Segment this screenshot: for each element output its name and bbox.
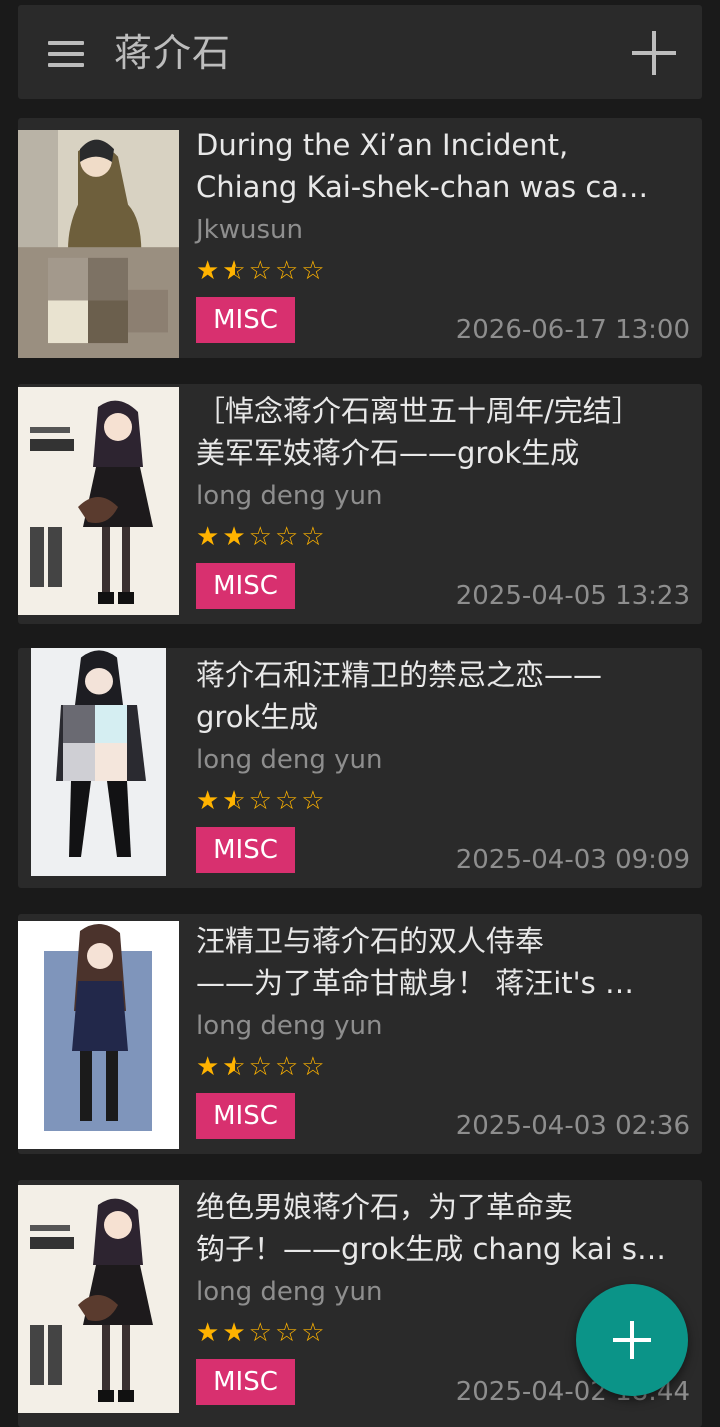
star-empty-icon: ☆ (274, 1318, 302, 1348)
star-empty-icon: ☆ (248, 522, 275, 552)
star-full-icon: ★ (222, 1318, 249, 1348)
star-empty-icon: ☆ (301, 522, 328, 552)
posted-date: 2025-04-03 02:36 (455, 1111, 690, 1141)
app-bar: 蒋介石 (18, 5, 702, 99)
star-empty-icon: ☆ (301, 1318, 328, 1348)
posted-date: 2025-04-03 09:09 (455, 845, 690, 875)
rating-stars: ★★☆☆☆ (196, 522, 328, 552)
star-empty-icon: ☆ (248, 1318, 275, 1348)
gallery-thumbnail (18, 1185, 179, 1413)
star-empty-icon: ☆ (301, 256, 328, 286)
uploader-name[interactable]: long deng yun (196, 478, 382, 514)
category-badge: MISC (196, 1093, 295, 1139)
uploader-name[interactable]: Jkwusun (196, 212, 303, 248)
star-half-icon: ☆★ (222, 256, 249, 286)
search-title[interactable]: 蒋介石 (114, 29, 231, 77)
gallery-title: ［悼念蒋介石离世五十周年/完结］ 美军军妓蒋介石——grok生成 (196, 394, 641, 470)
rating-stars: ★★☆☆☆ (196, 1318, 328, 1348)
star-full-icon: ★ (222, 522, 249, 552)
uploader-name[interactable]: long deng yun (196, 742, 382, 778)
star-full-icon: ★ (196, 522, 223, 552)
gallery-card[interactable]: 蒋介石和汪精卫的禁忌之恋—— grok生成 long deng yun ★☆★☆… (18, 648, 702, 888)
gallery-title: 蒋介石和汪精卫的禁忌之恋—— grok生成 (196, 658, 603, 734)
star-half-icon: ☆★ (222, 1052, 249, 1082)
category-badge: MISC (196, 297, 295, 343)
rating-stars: ★☆★☆☆☆ (196, 1052, 328, 1082)
star-empty-icon: ☆ (274, 1052, 302, 1082)
star-empty-icon: ☆ (301, 1052, 328, 1082)
rating-stars: ★☆★☆☆☆ (196, 256, 328, 286)
gallery-card[interactable]: ［悼念蒋介石离世五十周年/完结］ 美军军妓蒋介石——grok生成 long de… (18, 384, 702, 624)
gallery-thumbnail (18, 130, 179, 358)
hamburger-menu-icon[interactable] (48, 41, 84, 67)
gallery-card[interactable]: 汪精卫与蒋介石的双人侍奉 ——为了革命甘献身！ 蒋汪it's … long de… (18, 914, 702, 1154)
gallery-thumbnail (18, 387, 179, 615)
star-empty-icon: ☆ (248, 256, 275, 286)
star-empty-icon: ☆ (248, 786, 275, 816)
gallery-title: 汪精卫与蒋介石的双人侍奉 ——为了革命甘献身！ 蒋汪it's … (196, 924, 634, 1000)
fab-add-button[interactable] (576, 1284, 688, 1396)
posted-date: 2025-04-05 13:23 (455, 581, 690, 611)
star-full-icon: ★ (196, 786, 223, 816)
uploader-name[interactable]: long deng yun (196, 1008, 382, 1044)
star-full-icon: ★ (196, 1052, 223, 1082)
gallery-card[interactable]: During the Xi’an Incident, Chiang Kai-sh… (18, 118, 702, 358)
gallery-title: During the Xi’an Incident, Chiang Kai-sh… (196, 128, 649, 204)
star-full-icon: ★ (196, 256, 223, 286)
star-empty-icon: ☆ (274, 256, 302, 286)
uploader-name[interactable]: long deng yun (196, 1274, 382, 1310)
gallery-thumbnail (18, 921, 179, 1149)
category-badge: MISC (196, 563, 295, 609)
star-empty-icon: ☆ (248, 1052, 275, 1082)
rating-stars: ★☆★☆☆☆ (196, 786, 328, 816)
gallery-thumbnail (31, 648, 166, 876)
category-badge: MISC (196, 1359, 295, 1405)
posted-date: 2026-06-17 13:00 (455, 315, 690, 345)
star-half-icon: ☆★ (222, 786, 249, 816)
gallery-title: 绝色男娘蒋介石，为了革命卖 钩子！——grok生成 chang kai s… (196, 1190, 666, 1266)
star-empty-icon: ☆ (274, 786, 302, 816)
star-full-icon: ★ (196, 1318, 223, 1348)
star-empty-icon: ☆ (274, 522, 302, 552)
star-empty-icon: ☆ (301, 786, 328, 816)
category-badge: MISC (196, 827, 295, 873)
add-icon[interactable] (632, 31, 676, 75)
